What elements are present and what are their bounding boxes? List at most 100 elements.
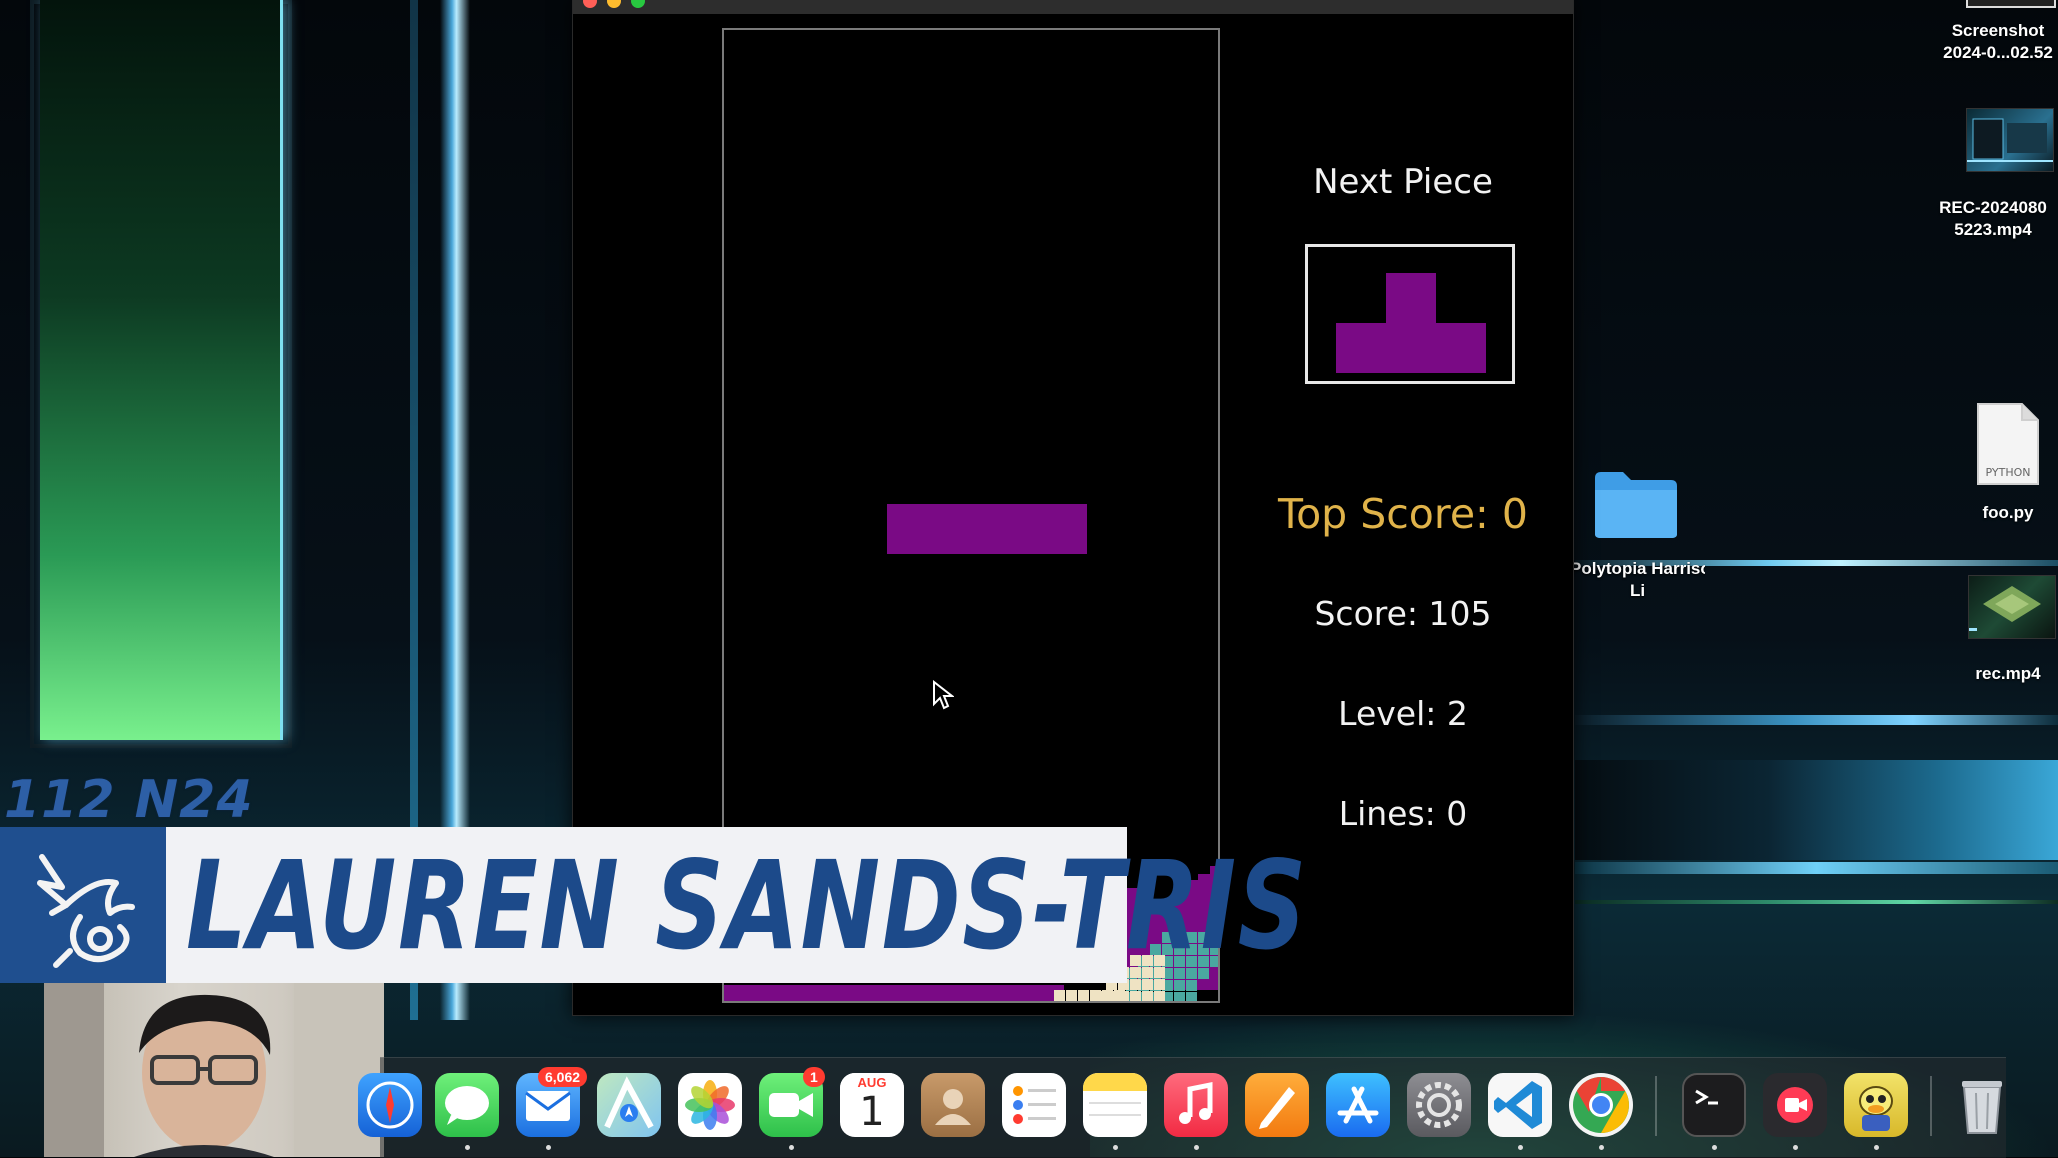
stack-block [1154,979,1165,990]
dragon-logo-icon [0,827,166,983]
stack-block [1174,992,1185,1001]
messages-icon[interactable] [435,1073,499,1137]
folder-icon[interactable] [1593,468,1679,540]
next-piece-preview [1305,244,1515,384]
stack-block [1066,990,1077,1001]
wallpaper-light-strip [1575,900,2058,904]
file-label: 2024-0...02.52 [1943,43,2053,62]
close-window-button[interactable] [583,0,597,8]
mail-icon[interactable]: 6,062 [516,1067,588,1137]
desktop-file-rec-mp4[interactable]: rec.mp4 [1950,663,2058,685]
running-indicator [1194,1145,1199,1150]
i-piece-cell [887,504,937,554]
wallpaper-light-strip [1575,715,2058,725]
file-label: foo.py [1982,503,2034,522]
desktop-file-screenshot[interactable]: Screenshot 2024-0...02.52 [1918,20,2058,64]
file-label: REC-2024080 [1939,198,2047,217]
pages-icon[interactable] [1245,1073,1309,1137]
facetime-badge: 1 [803,1067,825,1087]
file-type-tag: PYTHON [1986,466,2031,479]
overlay-name: LAUREN SANDS-TRIS [186,835,1308,977]
cyberduck-icon[interactable] [1844,1073,1908,1137]
i-piece-cell [1037,504,1087,554]
name-banner: LAUREN SANDS-TRIS [0,827,1306,983]
score-label: Score: 105 [1314,594,1492,633]
running-indicator [1874,1145,1879,1150]
python-file-icon[interactable]: PYTHON [1976,402,2040,486]
t-piece-cell [1436,323,1486,373]
stack-block [1142,991,1153,1001]
minimize-window-button[interactable] [607,0,621,8]
photos-icon[interactable] [678,1073,742,1137]
maximize-window-button[interactable] [631,0,645,8]
wallpaper-green-panel [40,0,283,740]
file-label: rec.mp4 [1975,664,2041,683]
running-indicator [1793,1145,1798,1150]
stack-block [1102,990,1113,1001]
next-t-piece [1336,273,1486,373]
mail-unread-badge: 6,062 [538,1067,588,1087]
wallpaper-light-strip [1575,760,2058,860]
running-indicator [789,1145,794,1150]
calendar-icon[interactable]: AUG 1 [840,1073,904,1137]
dock: 6,062 1 AUG 1 [358,1057,2006,1158]
stack-block [1186,992,1197,1001]
t-piece-cell [1336,323,1386,373]
screen-recorder-icon[interactable] [1763,1073,1827,1137]
desktop-folder-polytopia[interactable]: Polytopia Harrison Li [1570,558,1705,602]
running-indicator [546,1145,551,1150]
facetime-icon[interactable]: 1 [759,1067,825,1137]
desktop-file-foo-py[interactable]: foo.py [1950,502,2058,524]
wallpaper-light-strip [1575,862,2058,874]
app-store-icon[interactable] [1326,1073,1390,1137]
trash-icon[interactable] [1950,1073,2014,1137]
stack-block [1174,980,1185,991]
t-piece-cell [1386,323,1436,373]
vscode-icon[interactable] [1488,1073,1552,1137]
running-indicator [1518,1145,1523,1150]
system-settings-icon[interactable] [1407,1073,1471,1137]
dock-separator [1655,1076,1657,1136]
reminders-icon[interactable] [1002,1073,1066,1137]
running-indicator [1113,1145,1118,1150]
terminal-icon[interactable] [1682,1073,1746,1137]
maps-icon[interactable] [597,1073,661,1137]
lines-label: Lines: 0 [1338,794,1468,833]
webcam-feed [44,983,384,1157]
stack-block [1054,990,1065,1001]
running-indicator [1712,1145,1717,1150]
safari-icon[interactable] [358,1073,422,1137]
file-label: 5223.mp4 [1954,220,2032,239]
dock-separator [1930,1076,1932,1136]
mouse-cursor-icon [933,680,954,710]
file-label: Screenshot [1951,21,2045,40]
i-piece-cell [937,504,987,554]
overlay-course-code: 112 N24 [4,770,254,830]
stack-block [1090,990,1101,1001]
chrome-icon[interactable] [1569,1073,1633,1137]
folder-label: Polytopia Harrison [1570,559,1705,578]
notes-icon[interactable] [1083,1073,1147,1137]
stack-block [1114,990,1125,1001]
falling-i-piece [887,504,1087,554]
stack-block [1154,991,1165,1001]
stack-block [1130,991,1141,1001]
running-indicator [465,1145,470,1150]
next-piece-title: Next Piece [1313,162,1493,202]
running-indicator [1599,1145,1604,1150]
calendar-day: 1 [859,1089,885,1135]
top-score-label: Top Score: 0 [1278,490,1528,538]
music-icon[interactable] [1164,1073,1228,1137]
stack-block [1186,980,1197,991]
stack-block [1130,979,1141,990]
level-label: Level: 2 [1338,694,1468,733]
video-thumbnail-icon[interactable] [1966,108,2054,172]
stack-block [1142,979,1153,990]
screenshot-thumbnail-icon[interactable] [1966,0,2056,8]
t-piece-cell [1386,273,1436,323]
stack-block [724,985,1064,1001]
contacts-icon[interactable] [921,1073,985,1137]
video-thumbnail-icon[interactable] [1968,575,2056,639]
desktop-file-rec-video[interactable]: REC-2024080 5223.mp4 [1908,197,2058,241]
i-piece-cell [987,504,1037,554]
